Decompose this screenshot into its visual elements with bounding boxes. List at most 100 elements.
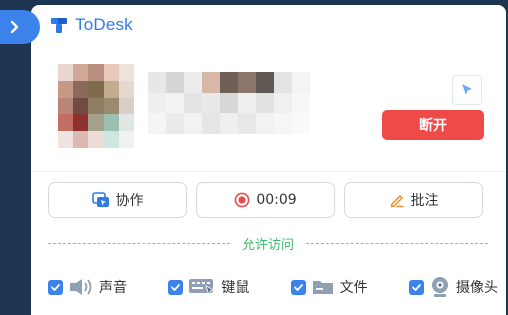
redacted-pixel <box>73 97 89 115</box>
checkmark-icon <box>51 283 60 291</box>
remote-user-avatar <box>58 64 134 148</box>
redacted-pixel <box>118 80 134 98</box>
dashed-divider-left <box>48 242 230 244</box>
redacted-pixel <box>238 92 256 114</box>
folder-icon <box>312 281 333 294</box>
redacted-pixel <box>256 92 274 114</box>
collapse-panel-button[interactable] <box>0 10 40 44</box>
redacted-pixel <box>103 131 119 148</box>
redacted-pixel <box>118 131 134 148</box>
redacted-pixel <box>166 92 184 114</box>
redacted-pixel <box>184 92 202 114</box>
keyboard-mouse-checkbox[interactable] <box>168 279 184 295</box>
record-timer: 00:09 <box>256 192 297 208</box>
redacted-pixel <box>220 92 238 114</box>
redacted-pixel <box>58 97 74 115</box>
app-title: ToDesk <box>75 15 133 34</box>
redacted-pixel <box>148 92 166 114</box>
redacted-pixel <box>238 72 256 93</box>
record-icon <box>234 192 250 208</box>
redacted-pixel <box>58 64 74 81</box>
sound-checkbox[interactable] <box>48 279 63 295</box>
redacted-pixel <box>166 113 184 134</box>
redacted-pixel <box>88 64 104 81</box>
title-bar: ToDesk <box>49 15 133 35</box>
remote-user-name-redacted <box>148 72 310 134</box>
disconnect-button[interactable]: 断开 <box>382 110 484 140</box>
redacted-pixel <box>103 114 119 132</box>
permissions-header: 允许访问 <box>48 233 489 253</box>
redacted-pixel <box>58 114 74 132</box>
redacted-pixel <box>148 113 166 134</box>
redacted-pixel <box>88 97 104 115</box>
action-toolbar: 协作 00:09 批注 <box>48 182 483 218</box>
redacted-pixel <box>202 92 220 114</box>
redacted-pixel <box>274 92 292 114</box>
remote-session-panel: ToDesk 断开 协作 00:09 批注 允许访问 声音 键鼠 文件 摄像头 <box>31 5 506 315</box>
collaborate-icon <box>91 192 109 207</box>
record-button[interactable]: 00:09 <box>196 182 335 218</box>
redacted-pixel <box>220 72 238 93</box>
redacted-pixel <box>88 80 104 98</box>
redacted-pixel <box>238 113 256 134</box>
redacted-pixel <box>88 131 104 148</box>
camera-checkbox[interactable] <box>408 279 424 295</box>
redacted-pixel <box>166 72 184 93</box>
redacted-pixel <box>184 72 202 93</box>
redacted-pixel <box>256 72 274 93</box>
redacted-pixel <box>58 80 74 98</box>
redacted-pixel <box>274 113 292 134</box>
redacted-pixel <box>118 114 134 132</box>
redacted-pixel <box>73 131 89 148</box>
redacted-pixel <box>103 64 119 81</box>
camera-icon <box>431 277 448 297</box>
collaborate-button[interactable]: 协作 <box>48 182 187 218</box>
todesk-logo-icon <box>51 18 67 33</box>
dashed-divider-right <box>306 242 489 244</box>
redacted-pixel <box>184 113 202 134</box>
divider <box>31 171 506 172</box>
redacted-pixel <box>292 113 310 134</box>
permission-keyboard-mouse[interactable]: 键鼠 <box>168 275 249 299</box>
cursor-icon <box>462 84 472 95</box>
redacted-pixel <box>118 64 134 81</box>
sound-label: 声音 <box>99 280 127 296</box>
redacted-pixel <box>220 113 238 134</box>
redacted-pixel <box>103 97 119 115</box>
permission-list: 声音 键鼠 文件 摄像头 <box>48 275 498 299</box>
redacted-pixel <box>274 72 292 93</box>
redacted-pixel <box>73 80 89 98</box>
redacted-pixel <box>88 114 104 132</box>
checkmark-icon <box>293 283 303 291</box>
chevron-right-icon <box>10 20 19 34</box>
pointer-button[interactable] <box>452 75 482 105</box>
permission-sound[interactable]: 声音 <box>48 275 127 299</box>
redacted-pixel <box>148 72 166 93</box>
collaborate-label: 协作 <box>115 193 144 209</box>
permissions-title: 允许访问 <box>242 237 295 253</box>
checkmark-icon <box>171 283 181 291</box>
redacted-pixel <box>292 72 310 93</box>
speaker-icon <box>70 279 92 295</box>
permission-file[interactable]: 文件 <box>290 275 368 299</box>
keyboard-mouse-icon <box>189 279 216 297</box>
redacted-pixel <box>202 72 220 93</box>
annotate-label: 批注 <box>410 193 439 209</box>
redacted-pixel <box>58 131 74 148</box>
file-label: 文件 <box>339 280 368 296</box>
permission-camera[interactable]: 摄像头 <box>408 275 498 299</box>
redacted-pixel <box>73 114 89 132</box>
redacted-pixel <box>202 113 220 134</box>
annotate-button[interactable]: 批注 <box>344 182 483 218</box>
file-checkbox[interactable] <box>290 279 306 295</box>
redacted-pixel <box>292 92 310 114</box>
connection-info: 断开 <box>31 47 506 169</box>
keyboard-mouse-label: 键鼠 <box>221 280 250 296</box>
camera-label: 摄像头 <box>455 280 498 296</box>
redacted-pixel <box>256 113 274 134</box>
redacted-pixel <box>103 80 119 98</box>
checkmark-icon <box>412 283 421 291</box>
annotate-pen-icon <box>390 195 404 208</box>
redacted-pixel <box>73 64 89 81</box>
redacted-pixel <box>118 97 134 115</box>
